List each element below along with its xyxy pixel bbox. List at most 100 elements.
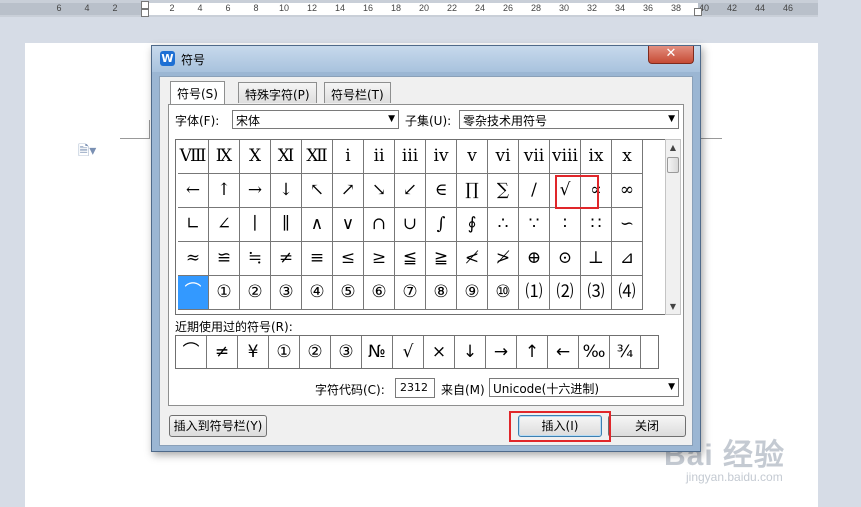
paragraph-options-icon[interactable]: 🗎▾ (78, 140, 96, 164)
symbol-cell[interactable]: ∽ (612, 208, 643, 242)
indent-marker-top[interactable] (141, 1, 149, 9)
indent-marker-bottom[interactable] (141, 9, 149, 17)
symbol-cell[interactable]: ∴ (488, 208, 519, 242)
subset-select[interactable]: 零杂技术用符号 ▼ (459, 110, 679, 129)
symbol-cell[interactable]: ⅴ (457, 140, 488, 174)
symbol-cell[interactable]: ≠ (271, 242, 302, 276)
symbol-cell[interactable]: ∫ (426, 208, 457, 242)
symbol-cell[interactable]: ⊕ (519, 242, 550, 276)
symbol-cell[interactable]: ∟ (178, 208, 209, 242)
close-icon[interactable]: ✕ (648, 46, 694, 64)
symbol-cell[interactable]: ⅵ (488, 140, 519, 174)
symbol-cell[interactable]: ≥ (364, 242, 395, 276)
symbol-cell[interactable]: ⅸ (581, 140, 612, 174)
symbol-cell[interactable]: ∣ (240, 208, 271, 242)
symbol-cell[interactable]: ↖ (302, 174, 333, 208)
symbol-cell[interactable]: ∩ (364, 208, 395, 242)
scroll-up-icon[interactable]: ▲ (666, 140, 680, 155)
recent-symbol-cell[interactable]: № (362, 336, 393, 368)
recent-symbol-cell[interactable]: ¥ (238, 336, 269, 368)
recent-symbol-cell[interactable]: ↑ (517, 336, 548, 368)
symbol-cell[interactable]: → (240, 174, 271, 208)
symbol-cell[interactable]: ⑴ (519, 276, 550, 310)
symbol-cell[interactable]: ∞ (612, 174, 643, 208)
tab-symbol-bar[interactable]: 符号栏(T) (324, 82, 391, 103)
symbol-cell[interactable]: Ⅹ (240, 140, 271, 174)
recent-symbol-cell[interactable]: ≠ (207, 336, 238, 368)
symbol-cell[interactable]: ⑷ (612, 276, 643, 310)
symbol-cell[interactable]: ∕ (519, 174, 550, 208)
symbol-cell[interactable]: ∧ (302, 208, 333, 242)
symbol-cell[interactable]: ∥ (271, 208, 302, 242)
symbol-cell[interactable]: ∏ (457, 174, 488, 208)
symbol-cell[interactable]: ⑤ (333, 276, 364, 310)
symbol-cell[interactable]: ← (178, 174, 209, 208)
symbol-cell[interactable]: ∑ (488, 174, 519, 208)
symbol-cell[interactable]: ⑵ (550, 276, 581, 310)
scroll-thumb[interactable] (667, 157, 679, 173)
recent-symbol-cell[interactable]: √ (393, 336, 424, 368)
symbol-cell[interactable]: ② (240, 276, 271, 310)
symbol-cell[interactable]: ⑥ (364, 276, 395, 310)
symbol-cell[interactable]: ⅹ (612, 140, 643, 174)
symbol-cell[interactable]: ∠ (209, 208, 240, 242)
close-button[interactable]: 关闭 (608, 415, 686, 437)
symbol-cell[interactable]: ⅰ (333, 140, 364, 174)
font-select[interactable]: 宋体 ▼ (232, 110, 399, 129)
symbol-cell[interactable]: ④ (302, 276, 333, 310)
symbol-grid-scrollbar[interactable]: ▲ ▼ (665, 139, 681, 315)
scroll-down-icon[interactable]: ▼ (666, 299, 680, 314)
horizontal-ruler[interactable]: 6 4 2 2 4 6 8 10 12 14 16 18 20 22 24 26… (0, 0, 818, 17)
symbol-cell[interactable]: ≌ (209, 242, 240, 276)
symbol-cell[interactable]: ∶ (550, 208, 581, 242)
insert-to-symbol-bar-button[interactable]: 插入到符号栏(Y) (169, 415, 267, 437)
symbol-cell[interactable]: ③ (271, 276, 302, 310)
symbol-cell[interactable]: ↘ (364, 174, 395, 208)
symbol-cell[interactable]: ∮ (457, 208, 488, 242)
symbol-cell[interactable]: ↙ (395, 174, 426, 208)
tab-special-chars[interactable]: 特殊字符(P) (238, 82, 317, 103)
symbol-cell[interactable]: ⌒ (178, 276, 209, 310)
recent-symbol-cell[interactable]: → (486, 336, 517, 368)
symbol-cell[interactable]: ⑶ (581, 276, 612, 310)
symbol-cell[interactable]: ⑧ (426, 276, 457, 310)
symbol-cell[interactable]: ⅷ (550, 140, 581, 174)
symbol-cell[interactable]: ∷ (581, 208, 612, 242)
symbol-cell[interactable]: ⅱ (364, 140, 395, 174)
right-indent-marker[interactable] (694, 8, 702, 16)
symbol-cell[interactable]: ∵ (519, 208, 550, 242)
tab-symbols[interactable]: 符号(S) (170, 81, 225, 104)
symbol-cell[interactable]: Ⅻ (302, 140, 333, 174)
recent-symbol-cell[interactable]: ② (300, 336, 331, 368)
symbol-cell[interactable]: ⅲ (395, 140, 426, 174)
from-select[interactable]: Unicode(十六进制) ▼ (489, 378, 679, 397)
symbol-cell[interactable]: ∈ (426, 174, 457, 208)
symbol-cell[interactable]: ↓ (271, 174, 302, 208)
recent-symbol-cell[interactable]: ← (548, 336, 579, 368)
symbol-cell[interactable]: ⑦ (395, 276, 426, 310)
char-code-input[interactable]: 2312 (395, 378, 435, 398)
symbol-cell[interactable]: ≡ (302, 242, 333, 276)
symbol-cell[interactable]: ↑ (209, 174, 240, 208)
recent-symbol-cell[interactable]: ⌒ (176, 336, 207, 368)
recent-symbol-cell[interactable]: ③ (331, 336, 362, 368)
symbol-cell[interactable]: ⊙ (550, 242, 581, 276)
recent-symbol-cell[interactable]: ↓ (455, 336, 486, 368)
symbol-cell[interactable]: ⊿ (612, 242, 643, 276)
symbol-cell[interactable]: ≯ (488, 242, 519, 276)
symbol-cell[interactable]: ≮ (457, 242, 488, 276)
recent-symbol-cell[interactable]: × (424, 336, 455, 368)
symbol-cell[interactable]: ⑩ (488, 276, 519, 310)
symbol-cell[interactable]: Ⅸ (209, 140, 240, 174)
symbol-cell[interactable]: ① (209, 276, 240, 310)
symbol-cell[interactable]: ⊥ (581, 242, 612, 276)
symbol-cell[interactable]: ↗ (333, 174, 364, 208)
recent-symbol-cell[interactable]: ¾ (610, 336, 641, 368)
symbol-cell[interactable]: ≈ (178, 242, 209, 276)
symbol-cell[interactable]: ∪ (395, 208, 426, 242)
symbol-cell[interactable]: ≦ (395, 242, 426, 276)
symbol-cell[interactable]: ⑨ (457, 276, 488, 310)
symbol-cell[interactable]: ∨ (333, 208, 364, 242)
symbol-cell[interactable]: Ⅺ (271, 140, 302, 174)
recent-symbol-cell[interactable]: ‰ (579, 336, 610, 368)
